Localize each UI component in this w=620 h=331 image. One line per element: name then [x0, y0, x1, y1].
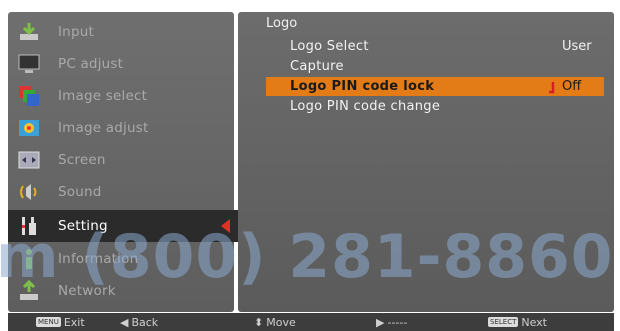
- menu-key-icon: MENU: [36, 317, 61, 327]
- up-down-arrow-icon: ⬍: [254, 315, 264, 329]
- menu-item-label: Image adjust: [58, 120, 149, 136]
- submenu-panel: Logo Logo Select User Capture Logo PIN c…: [238, 12, 614, 312]
- row-label: Capture: [290, 59, 344, 74]
- back-label: Back: [131, 315, 159, 329]
- screen-icon: [18, 149, 40, 171]
- right-arrow-icon: ▶: [376, 315, 385, 329]
- menu-row-logo-pin-code-lock[interactable]: Logo PIN code lock Off: [266, 77, 604, 96]
- input-icon: [18, 21, 40, 43]
- menu-item-label: PC adjust: [58, 56, 124, 72]
- menu-item-network[interactable]: Network: [8, 275, 234, 307]
- menu-item-image-adjust[interactable]: Image adjust: [8, 112, 234, 144]
- network-icon: [18, 279, 40, 302]
- image-select-icon: [18, 85, 40, 107]
- left-arrow-icon: ◀: [120, 315, 129, 329]
- menu-row-capture[interactable]: Capture: [266, 57, 604, 76]
- menu-item-screen[interactable]: Screen: [8, 144, 234, 176]
- row-label: Logo PIN code lock: [290, 79, 435, 94]
- move-hint: ⬍ Move: [254, 316, 296, 329]
- select-key-icon: SELECT: [488, 317, 519, 327]
- exit-label: Exit: [63, 315, 85, 329]
- information-icon: [18, 248, 40, 270]
- submenu-title: Logo: [266, 16, 298, 31]
- main-menu-panel: Input PC adjust Image select Image adjus…: [8, 12, 248, 312]
- right-hint: ▶ -----: [376, 316, 407, 329]
- next-hint: SELECT Next: [488, 316, 547, 329]
- image-adjust-icon: [18, 117, 40, 139]
- setting-icon: [18, 215, 40, 237]
- row-value: Off: [562, 79, 582, 94]
- menu-item-label: Image select: [58, 88, 148, 104]
- menu-item-setting[interactable]: Setting: [8, 210, 248, 242]
- move-label: Move: [266, 315, 296, 329]
- menu-item-label: Screen: [58, 152, 106, 168]
- selected-indicator-icon: [221, 219, 230, 233]
- menu-item-input[interactable]: Input: [8, 16, 234, 48]
- sound-icon: [18, 181, 40, 203]
- menu-item-label: Setting: [58, 218, 108, 234]
- menu-item-label: Network: [58, 283, 116, 299]
- next-label: Next: [521, 315, 547, 329]
- menu-item-pc-adjust[interactable]: PC adjust: [8, 48, 234, 80]
- menu-item-label: Input: [58, 24, 94, 40]
- menu-item-sound[interactable]: Sound: [8, 176, 234, 208]
- menu-item-label: Information: [58, 251, 139, 267]
- row-label: Logo Select: [290, 39, 369, 54]
- back-hint: ◀ Back: [120, 316, 158, 329]
- pc-adjust-icon: [18, 53, 40, 75]
- menu-row-logo-pin-code-change[interactable]: Logo PIN code change: [266, 97, 604, 116]
- exit-hint: MENU Exit: [36, 316, 85, 329]
- bottom-help-bar: MENU Exit ◀ Back ⬍ Move ▶ ----- SELECT N…: [8, 313, 614, 331]
- row-label: Logo PIN code change: [290, 99, 441, 114]
- menu-item-label: Sound: [58, 184, 102, 200]
- row-value: User: [562, 39, 592, 54]
- menu-item-image-select[interactable]: Image select: [8, 80, 234, 112]
- dashes-label: -----: [387, 315, 408, 329]
- menu-row-logo-select[interactable]: Logo Select User: [266, 37, 604, 56]
- return-arrow-icon: [549, 80, 555, 94]
- menu-item-information[interactable]: Information: [8, 243, 234, 275]
